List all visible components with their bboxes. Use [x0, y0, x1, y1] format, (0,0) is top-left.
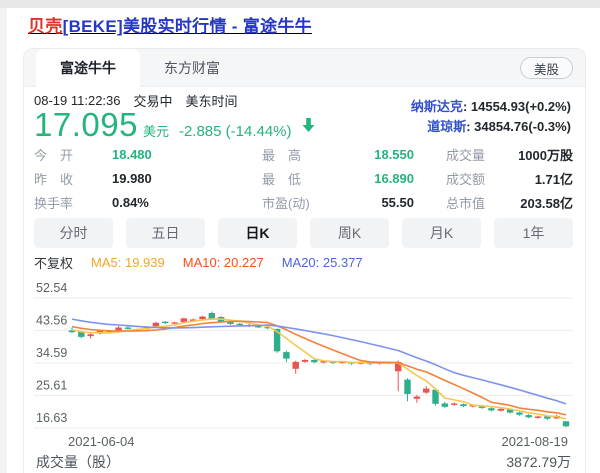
stat-label: 成交量 — [446, 145, 485, 164]
page-title-link[interactable]: 贝壳[BEKE]美股实时行情 - 富途牛牛 — [28, 17, 312, 36]
quote-body: 08-19 11:22:36 交易中 美东时间 纳斯达克: 14554.93(+… — [24, 92, 585, 472]
candle-body — [451, 404, 457, 405]
index-line-1: 道琼斯: 34854.76(-0.3%) — [411, 117, 571, 137]
volume-pane-label: 成交量（股） — [36, 452, 120, 472]
market-badge: 美股 — [520, 57, 573, 79]
period-tabs: 分时五日日K 周K 月K 1年 — [34, 218, 573, 248]
candle-body — [488, 408, 494, 410]
current-price: 17.095 — [34, 108, 138, 142]
index-value: 14554.93(+0.2%) — [471, 99, 571, 114]
stat-value: 1000万股 — [485, 145, 573, 164]
index-label: 道琼斯 — [427, 119, 466, 134]
stat-label: 换手率 — [34, 193, 112, 212]
period-tab-5[interactable]: 1年 — [494, 218, 573, 248]
index-value: 34854.76(-0.3%) — [474, 119, 571, 134]
price-change: -2.885 (-14.44%) — [179, 123, 292, 140]
stat-value: 1.71亿 — [485, 169, 573, 188]
stats-row: 昨 收19.980 最 低16.890 成交额1.71亿 — [34, 166, 573, 190]
candle-body — [442, 404, 448, 407]
candle-body — [302, 360, 308, 362]
y-axis-tick: 43.56 — [36, 314, 67, 328]
stat-label: 总市值 — [446, 193, 485, 212]
x-axis-start-date: 2021-06-04 — [68, 434, 135, 449]
page-left-gutter — [0, 8, 7, 473]
kline-chart[interactable]: 52.54 43.56 34.59 25.61 16.632021-06-04 2021-… — [34, 270, 573, 452]
stat-value: 55.50 — [340, 195, 414, 210]
stat-label: 今 开 — [34, 145, 112, 164]
stats-row: 今 开18.480 最 高18.550 成交量1000万股 — [34, 142, 573, 166]
candle-body — [181, 318, 187, 322]
candle-body — [237, 324, 243, 325]
candle-body — [404, 380, 410, 395]
stat-label: 成交额 — [446, 169, 485, 188]
candle-body — [171, 322, 177, 323]
title-symbol: 贝壳 — [28, 17, 63, 36]
ma-line-ma10 — [72, 321, 566, 415]
stat-value: 16.890 — [340, 171, 414, 186]
candle-body — [283, 352, 289, 359]
stat-label: 最 高 — [262, 145, 340, 164]
stat-value: 18.550 — [340, 147, 414, 162]
volume-row: 成交量（股） 3872.79万 — [34, 452, 573, 472]
y-axis-tick: 25.61 — [36, 379, 67, 393]
candle-body — [498, 409, 504, 411]
volume-value: 3872.79万 — [506, 452, 571, 472]
page: 贝壳[BEKE]美股实时行情 - 富途牛牛 富途牛牛东方财富 美股 08-19 … — [0, 0, 600, 473]
legend-ma20: MA20: 25.377 — [282, 255, 363, 270]
y-axis-tick: 52.54 — [36, 281, 67, 295]
candle-body — [87, 334, 93, 336]
candle-body — [423, 389, 429, 393]
quote-card: 富途牛牛东方财富 美股 08-19 11:22:36 交易中 美东时间 纳斯达克… — [23, 48, 586, 473]
candle-body — [414, 397, 420, 399]
adjustment-selector[interactable]: 不复权 — [34, 253, 73, 272]
candle-body — [153, 323, 159, 327]
chart-legend: 不复权 MA5: 19.939 MA10: 20.227 MA20: 25.37… — [34, 255, 573, 270]
x-axis-end-date: 2021-08-19 — [502, 434, 569, 449]
candle-body — [162, 322, 168, 323]
period-tab-1[interactable]: 五日 — [126, 218, 205, 248]
stat-value: 203.58亿 — [485, 193, 573, 212]
stat-value: 19.980 — [112, 171, 228, 186]
candle-body — [516, 413, 522, 415]
down-arrow-icon — [301, 117, 316, 133]
page-title: 贝壳[BEKE]美股实时行情 - 富途牛牛 — [28, 12, 312, 37]
currency-label: 美元 — [143, 121, 169, 140]
period-tab-3[interactable]: 周K — [310, 218, 389, 248]
candle-body — [199, 317, 205, 320]
ma-line-ma5 — [72, 319, 566, 419]
candle-body — [563, 421, 569, 426]
tab-source-1[interactable]: 东方财富 — [140, 49, 244, 86]
stat-value: 18.480 — [112, 147, 228, 162]
y-axis-tick: 34.59 — [36, 346, 67, 360]
candle-body — [526, 415, 532, 417]
candle-body — [460, 404, 466, 406]
period-tab-4[interactable]: 月K — [402, 218, 481, 248]
source-tabs: 富途牛牛东方财富 美股 — [24, 49, 585, 87]
candle-body — [311, 360, 317, 362]
tab-source-0[interactable]: 富途牛牛 — [36, 49, 140, 87]
index-label: 纳斯达克 — [411, 99, 463, 114]
timezone-label: 美东时间 — [186, 91, 238, 110]
trading-state: 交易中 — [134, 91, 173, 110]
stat-label: 最 低 — [262, 169, 340, 188]
title-rest: [BEKE]美股实时行情 - 富途牛牛 — [63, 17, 312, 36]
stats-row: 换手率0.84% 市盈(动)55.50 总市值203.58亿 — [34, 190, 573, 214]
period-tab-2[interactable]: 日K — [218, 218, 297, 248]
legend-ma10: MA10: 20.227 — [183, 255, 264, 270]
stats-grid: 今 开18.480最 高18.550成交量1000万股昨 收19.980最 低1… — [34, 142, 573, 214]
legend-ma5: MA5: 19.939 — [91, 255, 165, 270]
stat-label: 市盈(动) — [262, 193, 340, 212]
browser-edge-strip — [0, 0, 600, 8]
candle-body — [125, 328, 131, 329]
y-axis-tick: 16.63 — [36, 411, 67, 425]
candle-body — [209, 313, 215, 319]
candle-body — [293, 362, 299, 369]
ma-line-ma20 — [72, 319, 566, 404]
stat-label: 昨 收 — [34, 169, 112, 188]
index-line-0: 纳斯达克: 14554.93(+0.2%) — [411, 97, 571, 117]
period-tab-0[interactable]: 分时 — [34, 218, 113, 248]
candle-body — [535, 417, 541, 418]
market-indices: 纳斯达克: 14554.93(+0.2%)道琼斯: 34854.76(-0.3%… — [411, 97, 571, 137]
stat-value: 0.84% — [112, 195, 228, 210]
